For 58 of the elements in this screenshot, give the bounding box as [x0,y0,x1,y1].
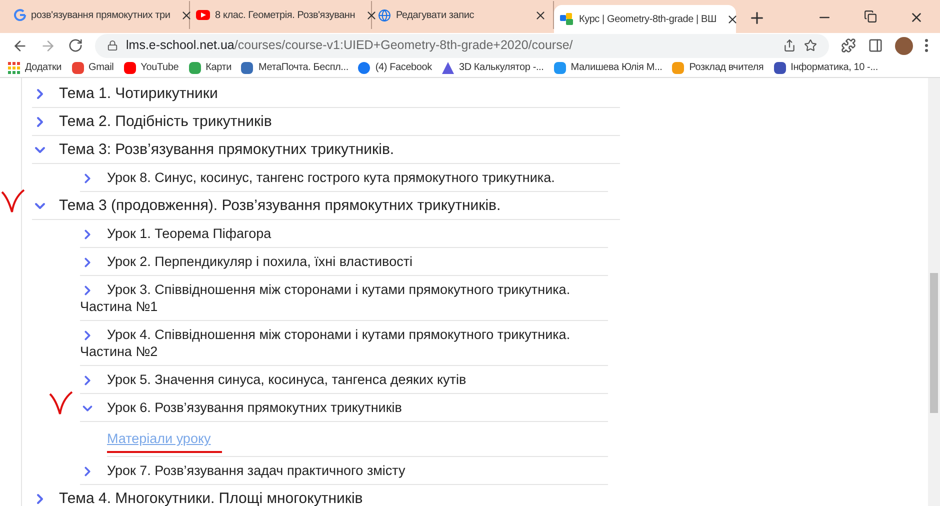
new-tab-icon[interactable] [748,9,766,27]
side-panel-icon[interactable] [868,38,883,53]
scrollbar[interactable] [928,78,940,506]
bookmark-item[interactable]: Розклад вчителя [672,60,764,75]
bookmark-star-icon[interactable] [804,39,817,52]
close-icon[interactable] [726,12,740,26]
menu-icon[interactable] [925,39,928,52]
extensions-icon[interactable] [841,38,856,53]
restore-icon[interactable] [864,10,877,23]
google-icon [14,9,26,21]
lesson-title[interactable]: Урок 2. Перпендикуляр і похила, їхні властивості [107,254,413,269]
tab-title: Курс | Geometry-8th-grade | ВШ [579,12,716,26]
triangle-icon [442,62,454,74]
bookmark-item[interactable]: (4) Facebook [358,60,432,75]
lesson-title-continuation[interactable]: Частина №2 [80,343,570,360]
lesson-title[interactable]: Урок 8. Синус, косинус, тангенс гострого кута прямокутного трикутника. [107,170,555,185]
lock-icon [107,40,118,51]
bookmark-item[interactable]: Карти [188,60,232,75]
avatar[interactable] [895,36,913,54]
logo-icon [560,13,574,25]
globe-icon [378,8,391,22]
lesson-title[interactable]: Урок 6. Розв’язування прямокутних трикутників [107,400,402,415]
bookmark-item[interactable]: Gmail [72,60,114,75]
bookmark-item[interactable]: YouTube [124,60,179,75]
scrollbar-thumb[interactable] [930,273,938,413]
close-icon[interactable] [534,8,547,22]
topic-title[interactable]: Тема 3 (продовження). Розв’язування прямокутних трикутників. [59,197,501,214]
tab-title: Редагувати запис [396,8,474,22]
apps-icon [8,62,20,74]
bookmark-item[interactable]: МетаПочта. Беспл... [241,60,348,75]
lesson-title[interactable]: Урок 3. Співвідношення між сторонами і кутами прямокутного трикутника. [107,282,570,297]
lesson-title[interactable]: Урок 7. Розв’язування задач практичного змісту [107,463,406,478]
address-bar[interactable]: lms.e-school.net.ua/courses/course-v1:UIED+Geometry-8th-grade+2020/course/ [95,34,829,58]
lesson-title[interactable]: Урок 1. Теорема Піфагора [107,226,272,241]
tab-title: 8 клас. Геометрія. Розв'язуванн [215,8,356,22]
topic-title[interactable]: Тема 3: Розв’язування прямокутних трикутників. [59,141,394,158]
close-icon[interactable] [365,8,378,22]
reload-icon[interactable] [68,38,83,53]
tab-title: розв'язування прямокутних три [31,8,170,22]
bookmark-item[interactable]: Додатки [8,60,62,75]
url-path: /courses/course-v1:UIED+Geometry-8th-grade+2020/course/ [234,37,573,54]
close-icon[interactable] [180,8,194,22]
topic-title[interactable]: Тема 2. Подібність трикутників [59,113,272,130]
browser-tab[interactable]: 8 клас. Геометрія. Розв'язуванн [190,1,372,29]
lesson-title[interactable]: Урок 4. Співвідношення між сторонами і кутами прямокутного трикутника. [107,327,570,342]
browser-tab[interactable]: розв'язування прямокутних три [8,1,190,29]
lesson-title[interactable]: Урок 5. Значення синуса, косинуса, тангенса деяких кутів [107,372,466,387]
back-icon[interactable] [12,38,28,54]
share-icon[interactable] [783,39,796,52]
lesson-title-continuation[interactable]: Частина №1 [80,298,570,315]
bookmark-item[interactable]: Інформатика, 10 -... [774,60,878,75]
close-window-icon[interactable] [909,10,924,25]
browser-tab[interactable]: Курс | Geometry-8th-grade | ВШ [554,5,736,33]
topic-title[interactable]: Тема 1. Чотирикутники [59,85,218,102]
bookmark-item[interactable]: 3D Калькулятор -... [442,60,544,75]
bookmark-item[interactable]: Малишева Юлія М... [554,60,662,75]
url-host: lms.e-school.net.ua [126,37,234,54]
topic-title[interactable]: Тема 4. Многокутники. Площі многокутників [59,490,363,506]
